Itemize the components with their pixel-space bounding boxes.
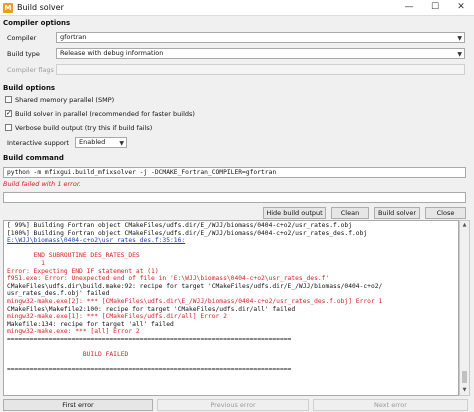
- build-status-message: Build failed with 1 error.: [3, 180, 81, 188]
- build-options-heading: Build options: [3, 84, 56, 92]
- window-title: Build solver: [17, 3, 64, 12]
- chevron-down-icon: ▼: [457, 35, 462, 42]
- log-line: [ 99%] Building Fortran object CMakeFile…: [7, 222, 352, 229]
- log-line: usr_rates_des.f.obj' failed: [7, 290, 110, 298]
- first-error-button[interactable]: First error: [3, 399, 153, 411]
- log-line: Error: Expecting END IF statement at (1): [7, 267, 159, 275]
- next-error-button[interactable]: Next error: [313, 399, 468, 411]
- interactive-support-value: Enabled: [79, 138, 106, 146]
- log-line: Makefile:134: recipe for target 'all' fa…: [7, 320, 174, 328]
- log-line: BUILD FAILED: [7, 351, 129, 359]
- compiler-combobox[interactable]: gfortran ▼: [56, 32, 465, 43]
- close-button[interactable]: Close: [425, 207, 466, 219]
- smp-checkbox-row[interactable]: Shared memory parallel (SMP): [5, 95, 115, 106]
- chevron-down-icon: ▼: [457, 51, 462, 58]
- verbose-checkbox[interactable]: [5, 123, 12, 131]
- interactive-support-label: Interactive support: [7, 139, 70, 147]
- compiler-options-heading: Compiler options: [3, 19, 71, 27]
- log-line: CMakeFiles\udfs.dir\build.make:92: recip…: [7, 282, 383, 290]
- compiler-value: gfortran: [60, 33, 87, 41]
- log-line: ========================================…: [7, 335, 292, 343]
- scroll-up-arrow-icon[interactable]: ▲: [460, 221, 469, 230]
- log-line[interactable]: E:\WJJ\biomass\0404-c+o2\usr_rates_des.f…: [7, 237, 455, 245]
- chevron-down-icon: ▼: [119, 140, 124, 147]
- log-line: END SUBROUTINE DES_RATES_DES: [7, 252, 140, 260]
- clean-button[interactable]: Clean: [331, 207, 369, 219]
- compiler-flags-label: Compiler flags: [7, 66, 54, 74]
- mfix-app-icon: M: [3, 3, 13, 13]
- log-line: mingw32-make.exe: *** [all] Error 2: [7, 328, 140, 336]
- hide-build-output-button[interactable]: Hide build output: [263, 207, 326, 219]
- build-command-heading: Build command: [3, 154, 64, 162]
- extra-input-field[interactable]: [3, 192, 466, 203]
- log-line: mingw32-make.exe[1]: *** [CMakeFiles/udf…: [7, 313, 227, 321]
- smp-label: Shared memory parallel (SMP): [15, 96, 115, 104]
- verbose-checkbox-row[interactable]: Verbose build output (try this if build …: [5, 123, 153, 134]
- maximize-button[interactable]: ☐: [422, 0, 448, 15]
- log-line: [100%] Building Fortran object CMakeFile…: [7, 229, 368, 237]
- parallel-label: Build solver in parallel (recommended fo…: [15, 110, 195, 118]
- log-line: f951.exe: Error: Unexpected end of file …: [7, 275, 330, 283]
- title-bar: M Build solver — ☐ ✕: [0, 0, 474, 16]
- build-type-label: Build type: [7, 50, 40, 58]
- minimize-button[interactable]: —: [396, 0, 422, 15]
- scroll-down-arrow-icon[interactable]: ▼: [460, 386, 469, 395]
- build-type-select[interactable]: Release with debug information ▼: [56, 48, 465, 59]
- build-command-field[interactable]: python -m mfixgui.build_mfixsolver -j -D…: [3, 167, 466, 178]
- scroll-thumb[interactable]: [462, 371, 467, 383]
- log-line: 1: [7, 259, 45, 267]
- close-window-button[interactable]: ✕: [448, 0, 474, 15]
- log-line: ========================================…: [7, 366, 292, 374]
- compiler-flags-input[interactable]: [56, 64, 465, 75]
- parallel-checkbox[interactable]: ✓: [5, 109, 12, 117]
- previous-error-button[interactable]: Previous error: [157, 399, 309, 411]
- build-type-value: Release with debug information: [60, 49, 164, 57]
- smp-checkbox[interactable]: [5, 95, 12, 103]
- build-solver-button[interactable]: Build solver: [374, 207, 420, 219]
- build-output-log[interactable]: [ 99%] Building Fortran object CMakeFile…: [3, 220, 459, 396]
- log-scrollbar[interactable]: ▲ ▼: [459, 220, 470, 396]
- compiler-label: Compiler: [7, 34, 37, 42]
- log-line: CMakeFiles\Makefile2:100: recipe for tar…: [7, 305, 296, 313]
- log-line: mingw32-make.exe[2]: *** [CMakeFiles\udf…: [7, 297, 383, 305]
- interactive-support-select[interactable]: Enabled ▼: [75, 137, 127, 148]
- verbose-label: Verbose build output (try this if build …: [15, 124, 153, 132]
- parallel-checkbox-row[interactable]: ✓ Build solver in parallel (recommended f…: [5, 109, 195, 120]
